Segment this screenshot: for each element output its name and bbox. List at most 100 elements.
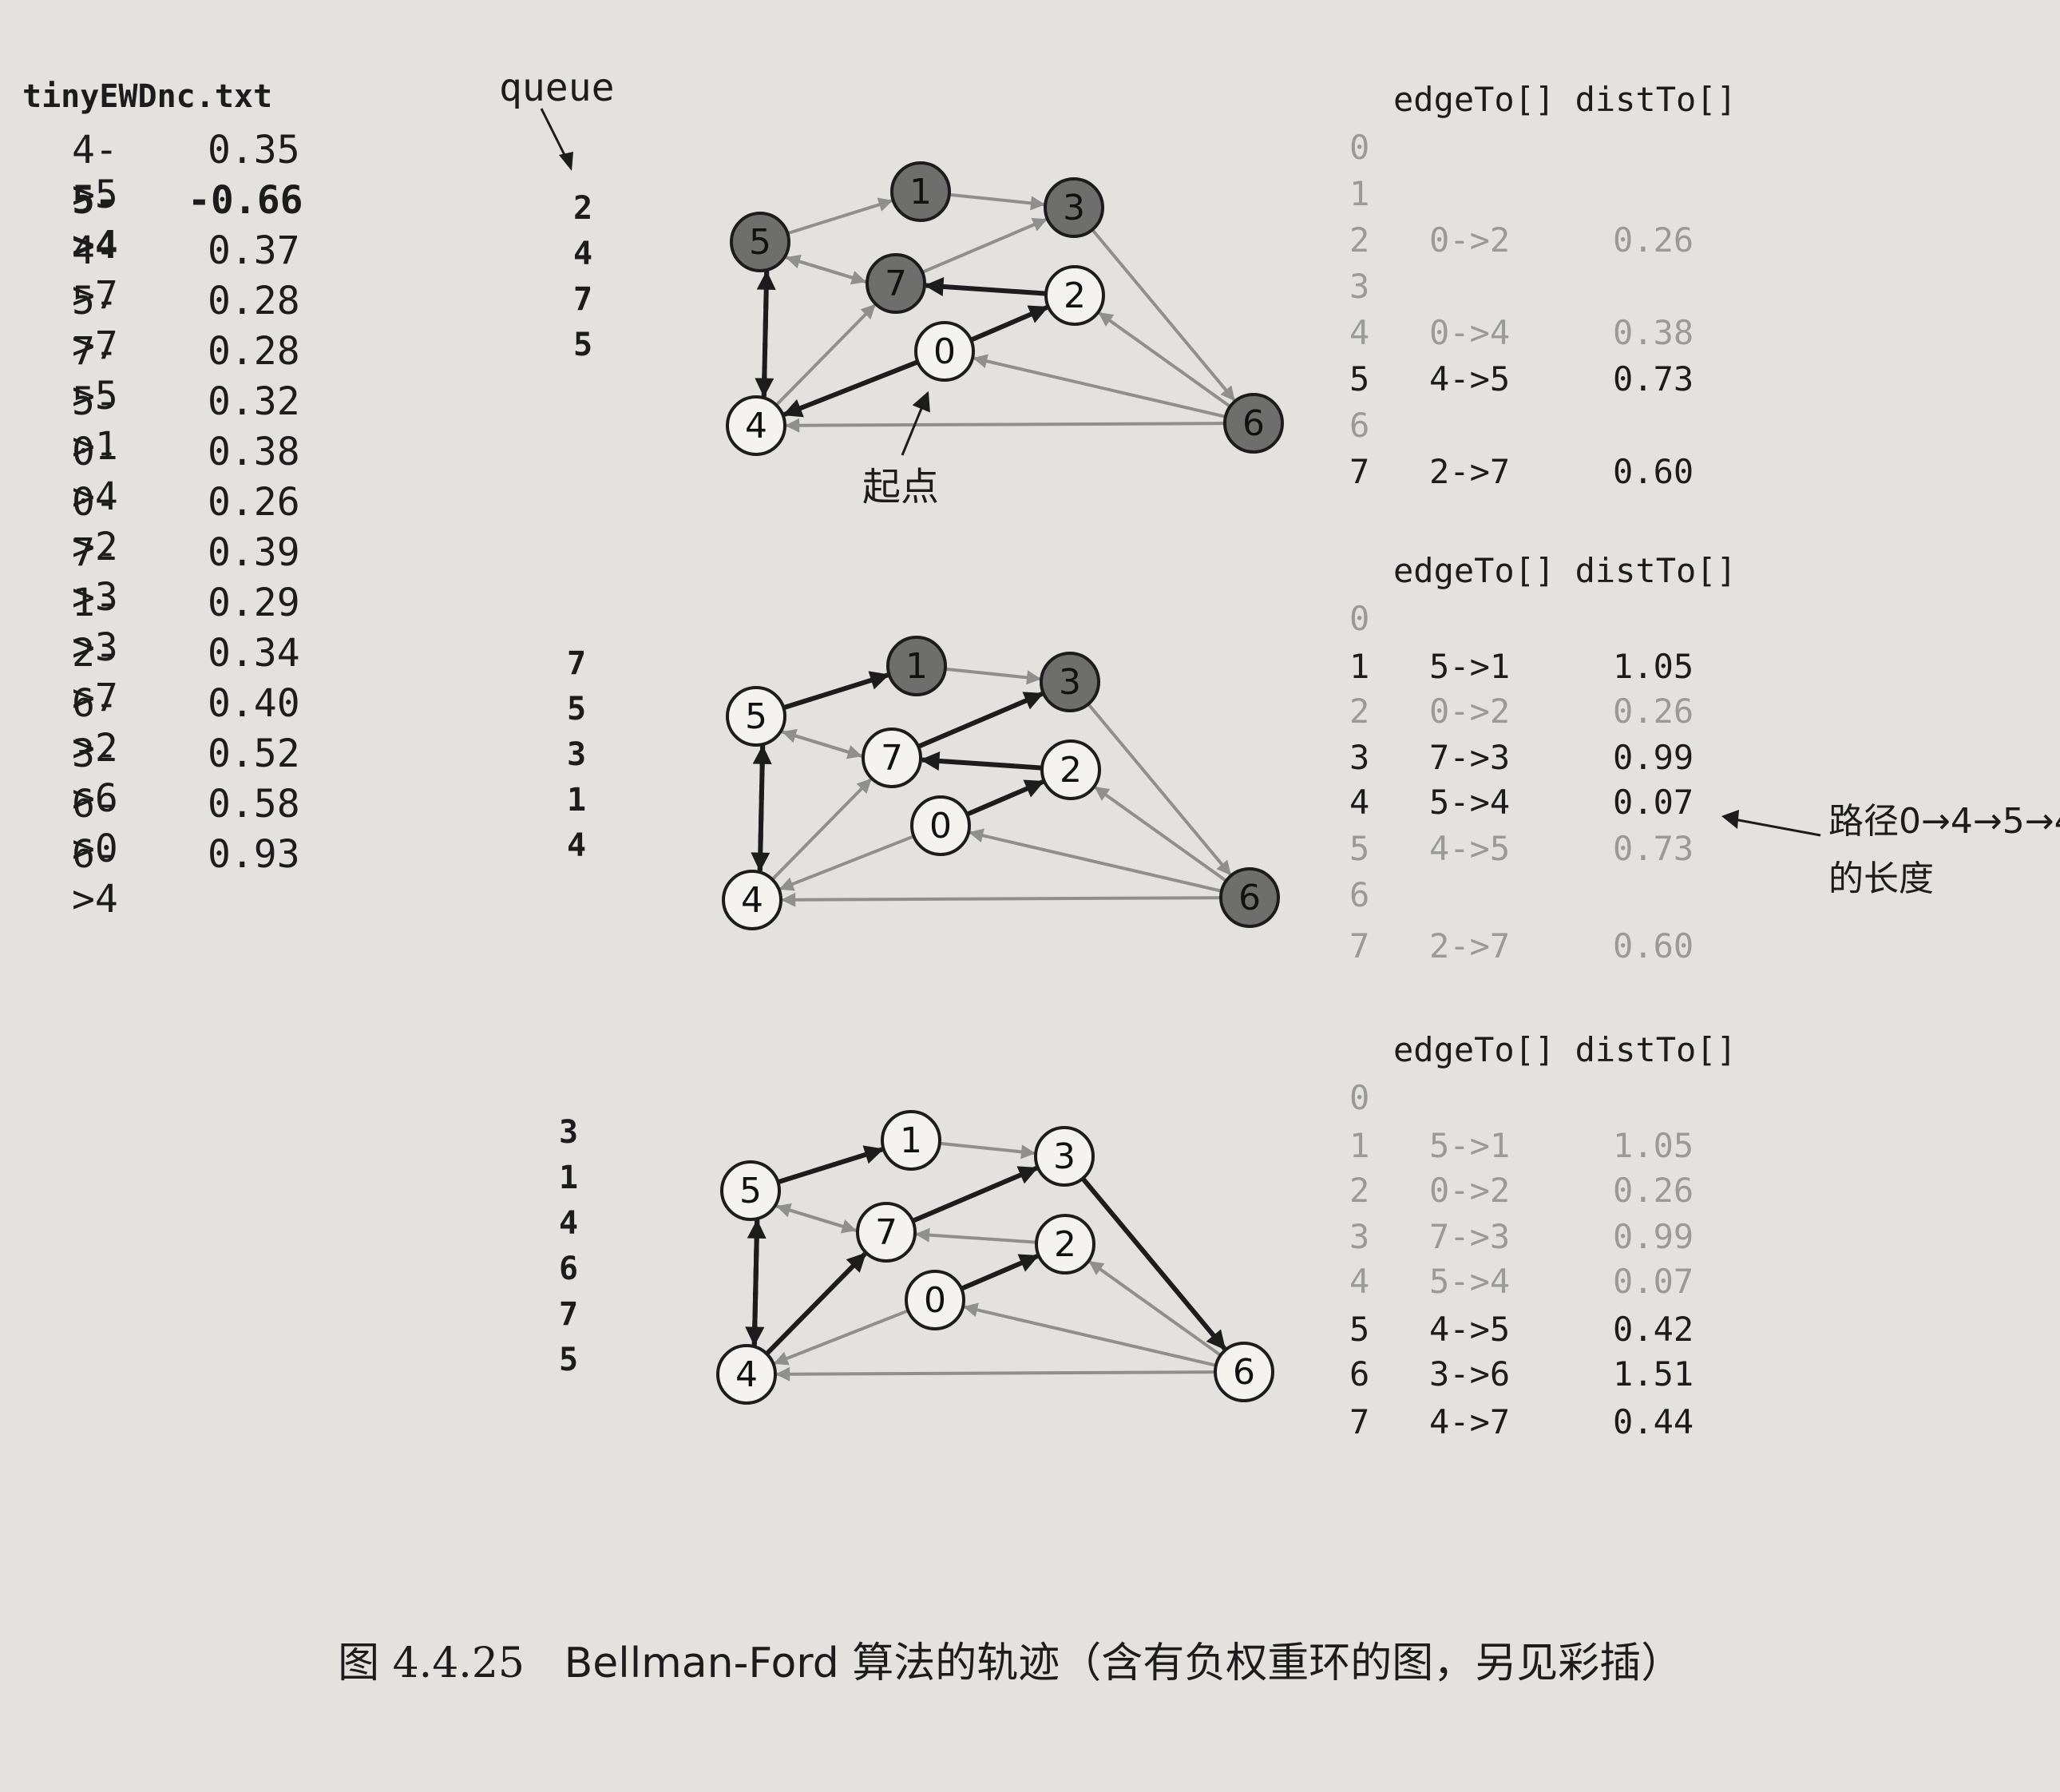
table-cell-dist: 0.26 <box>1613 692 1694 731</box>
table-row: 6 3->6 1.51 <box>1349 1354 1733 1399</box>
node-label: 2 <box>1064 276 1086 316</box>
graph-3: 0 1 2 3 4 5 6 7 <box>716 1110 1274 1405</box>
edge-6-to-0 <box>973 354 1226 418</box>
table-cell-idx: 6 <box>1349 875 1370 914</box>
table-cell-idx: 0 <box>1349 1078 1370 1117</box>
edge-2-to-7 <box>924 277 1047 296</box>
table-cell-idx: 7 <box>1349 452 1370 491</box>
table-row: 4 5->4 0.07 <box>1349 783 1733 827</box>
edge-4-to-5 <box>747 1219 767 1346</box>
node-label: 1 <box>900 1120 922 1161</box>
edge-5-to-1 <box>782 671 890 711</box>
table-row: 7 2->7 0.60 <box>1349 926 1733 971</box>
table-cell-dist: 0.44 <box>1613 1402 1694 1441</box>
table-cell-idx: 2 <box>1349 220 1370 260</box>
table-cell-dist: 0.42 <box>1613 1310 1694 1349</box>
edge-0-to-4 <box>778 835 915 891</box>
table-header: edgeTo[] distTo[] <box>1393 551 1737 590</box>
table-cell-dist: 0.38 <box>1613 313 1694 352</box>
table-cell-idx: 0 <box>1349 128 1370 167</box>
path-note-arrow <box>1721 810 1821 837</box>
table-row: 6 <box>1349 406 1733 450</box>
table-cell-dist: 0.26 <box>1613 1171 1694 1210</box>
edge-3-to-6 <box>1087 703 1232 876</box>
edge-7-to-5 <box>781 728 863 758</box>
table-cell-dist: 1.05 <box>1613 647 1694 686</box>
table-row: 5 4->5 0.42 <box>1349 1310 1733 1354</box>
table-cell-dist: 1.05 <box>1613 1126 1694 1165</box>
table-cell-edge: 7->3 <box>1429 738 1511 777</box>
node-label: 1 <box>905 646 928 687</box>
table-header: edgeTo[] distTo[] <box>1393 80 1737 119</box>
table-cell-dist: 0.60 <box>1613 926 1694 965</box>
node-label: 3 <box>1053 1136 1076 1177</box>
edge-2-to-7 <box>915 1227 1037 1244</box>
table-row: 5 4->5 0.73 <box>1349 359 1733 404</box>
node-label: 5 <box>739 1171 762 1211</box>
node-label: 6 <box>1233 1352 1255 1393</box>
table-cell-idx: 3 <box>1349 267 1370 306</box>
edge-4-to-7 <box>771 778 872 881</box>
table-row: 3 7->3 0.99 <box>1349 1217 1733 1262</box>
edge-7-to-3 <box>911 1166 1039 1223</box>
table-header: edgeTo[] distTo[] <box>1393 1030 1737 1069</box>
table-cell-dist: 0.60 <box>1613 452 1694 491</box>
edge-7-to-5 <box>775 1203 858 1232</box>
table-cell-edge: 5->1 <box>1429 647 1511 686</box>
edge-1-to-3 <box>939 1141 1036 1160</box>
table-cell-idx: 2 <box>1349 692 1370 731</box>
edge-1-to-3 <box>945 667 1041 685</box>
graph-diagrams: 012345670123456701234567 <box>716 161 1284 1405</box>
caption-text: Bellman-Ford 算法的轨迹（含有负权重环的图，另见彩插） <box>564 1639 1683 1687</box>
edge-3-to-6 <box>1091 228 1236 402</box>
edge-4-to-5 <box>756 270 776 398</box>
edge-3-to-6 <box>1080 1176 1226 1350</box>
node-label: 7 <box>881 738 903 779</box>
table-row: 0 <box>1349 1078 1733 1123</box>
table-cell-dist: 0.07 <box>1613 783 1694 822</box>
table-cell-dist: 1.51 <box>1613 1354 1694 1394</box>
table-cell-edge: 4->5 <box>1429 1310 1511 1349</box>
table-cell-edge: 5->4 <box>1429 783 1511 822</box>
table-cell-idx: 0 <box>1349 599 1370 638</box>
table-cell-edge: 0->2 <box>1429 692 1511 731</box>
table-cell-edge: 4->5 <box>1429 359 1511 398</box>
table-row: 1 5->1 1.05 <box>1349 1126 1733 1171</box>
table-cell-idx: 4 <box>1349 313 1370 352</box>
table-cell-edge: 5->1 <box>1429 1126 1511 1165</box>
table-cell-edge: 3->6 <box>1429 1354 1511 1394</box>
path-note-line1: 路径0→4→5→4 <box>1828 801 2060 842</box>
table-row: 4 5->4 0.07 <box>1349 1262 1733 1306</box>
table-cell-idx: 1 <box>1349 174 1370 213</box>
table-cell-idx: 6 <box>1349 406 1370 445</box>
edge-5-to-1 <box>786 197 893 236</box>
edge-0-to-2 <box>960 1254 1040 1291</box>
table-cell-idx: 7 <box>1349 1402 1370 1441</box>
table-row: 2 0->2 0.26 <box>1349 220 1733 265</box>
node-label: 7 <box>885 264 907 304</box>
table-row: 0 <box>1349 128 1733 172</box>
table-cell-dist: 0.07 <box>1613 1262 1694 1301</box>
graph-1: 0 1 2 3 4 5 6 7 <box>726 161 1284 456</box>
table-cell-edge: 2->7 <box>1429 926 1511 965</box>
edge-0-to-2 <box>965 779 1045 817</box>
edge-6-to-4 <box>775 1366 1216 1382</box>
start-label: 起点 <box>862 465 940 509</box>
table-cell-idx: 3 <box>1349 1217 1370 1256</box>
table-row: 1 <box>1349 174 1733 219</box>
table-cell-edge: 4->5 <box>1429 829 1511 868</box>
path-note-line2: 的长度 <box>1828 858 1934 899</box>
table-cell-edge: 0->4 <box>1429 313 1511 352</box>
node-label: 0 <box>924 1280 946 1321</box>
table-row: 2 0->2 0.26 <box>1349 692 1733 736</box>
edge-4-to-7 <box>765 1251 867 1356</box>
node-label: 4 <box>735 1354 758 1395</box>
table-row: 4 0->4 0.38 <box>1349 313 1733 358</box>
table-cell-edge: 4->7 <box>1429 1402 1511 1441</box>
node-label: 6 <box>1238 878 1261 918</box>
table-cell-edge: 5->4 <box>1429 1262 1511 1301</box>
table-cell-idx: 6 <box>1349 1354 1370 1394</box>
table-row: 6 <box>1349 875 1733 920</box>
edge-5-to-4 <box>751 745 771 872</box>
node-label: 4 <box>745 406 767 446</box>
